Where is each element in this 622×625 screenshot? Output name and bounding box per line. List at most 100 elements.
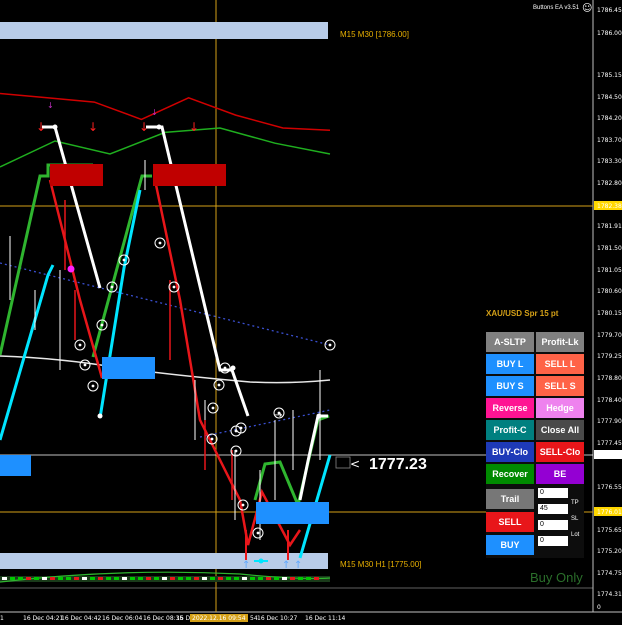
price-tick-label: 1775.20 <box>597 548 622 555</box>
signal-dot <box>97 413 103 419</box>
lot-label: Lot <box>571 532 580 538</box>
strip-bar <box>298 577 303 580</box>
button-be[interactable]: BE <box>536 464 584 484</box>
button-buy-s[interactable]: BUY S <box>486 376 534 396</box>
button-sell-l[interactable]: SELL L <box>536 354 584 374</box>
strip-bar <box>18 577 23 580</box>
sell-block <box>50 164 103 186</box>
price-tick-label: 1783.30 <box>597 158 622 165</box>
signal-dot <box>258 558 264 564</box>
price-tick-label: 1776.01 <box>597 509 622 516</box>
strip-bar <box>210 577 215 580</box>
strip-bar <box>266 577 271 580</box>
down-arrow-icon: ↓ <box>47 101 54 110</box>
strip-bar <box>218 577 223 580</box>
buy-only-watermark: Buy Only <box>530 570 583 585</box>
strip-bar <box>58 577 63 580</box>
sl-input[interactable]: 0 <box>538 520 568 530</box>
strip-bar <box>146 577 151 580</box>
price-tick-label: 1777.45 <box>597 440 622 447</box>
button-a-sltp[interactable]: A-SLTP <box>486 332 534 352</box>
button-profit-c[interactable]: Profit-C <box>486 420 534 440</box>
button-reverse[interactable]: Reverse <box>486 398 534 418</box>
price-tick-label: 0 <box>597 604 601 611</box>
price-tick-label: 1781.91 <box>597 223 622 230</box>
resistance-zone <box>0 22 328 39</box>
ring-marker-dot <box>78 343 82 347</box>
strip-bar <box>306 577 311 580</box>
strip-bar <box>42 577 47 580</box>
arrow-right-icon: → <box>274 410 282 421</box>
down-arrow-icon: ↓ <box>36 120 46 134</box>
strip-bar <box>202 577 207 580</box>
strip-bar <box>2 577 7 580</box>
trail-button[interactable]: Trail <box>486 489 534 509</box>
up-arrow-icon: ↑ <box>294 560 302 571</box>
strip-bar <box>170 577 175 580</box>
tp-label: TP <box>571 500 579 506</box>
strip-bar <box>34 577 39 580</box>
price-tick-label: 1780.15 <box>597 310 622 317</box>
strip-bar <box>74 577 79 580</box>
ring-marker-dot <box>122 258 126 262</box>
lower-zone-label: M15 M30 H1 [1775.00] <box>340 560 421 569</box>
down-arrow-icon: ↓ <box>139 120 149 134</box>
sl-label: SL <box>571 516 579 522</box>
up-arrow-icon: ↑ <box>242 560 250 571</box>
strip-bar <box>122 577 127 580</box>
ring-marker-dot <box>256 531 260 535</box>
button-recover[interactable]: Recover <box>486 464 534 484</box>
buy-button[interactable]: BUY <box>486 535 534 555</box>
lot-input[interactable]: 0 <box>538 536 568 546</box>
button-buy-clo[interactable]: BUY-Clo <box>486 442 534 462</box>
ring-marker-dot <box>110 285 114 289</box>
price-tick-label: 1782.38 <box>597 203 622 210</box>
trail-input[interactable]: 0 <box>538 488 568 498</box>
strip-bar <box>90 577 95 580</box>
strip-bar <box>178 577 183 580</box>
price-tick-label: 1784.50 <box>597 94 622 101</box>
tp-input[interactable]: 45 <box>538 504 568 514</box>
strip-bar <box>282 577 287 580</box>
ring-marker-dot <box>172 285 176 289</box>
current-price-label: 1777.23 <box>369 456 427 473</box>
price-tick-label: 1779.25 <box>597 353 622 360</box>
signal-dot <box>52 124 58 130</box>
strip-bar <box>10 577 15 580</box>
strip-bar <box>274 577 279 580</box>
button-profit-lk[interactable]: Profit-Lk <box>536 332 584 352</box>
price-tick-label: 1776.55 <box>597 484 622 491</box>
ring-marker-dot <box>241 503 245 507</box>
price-tick-label: 1784.20 <box>597 115 622 122</box>
price-tick-label: 1774.75 <box>597 570 622 577</box>
down-arrow-icon: ↓ <box>151 108 158 117</box>
up-arrow-icon: ↑ <box>282 560 290 571</box>
strip-bar <box>250 577 255 580</box>
signal-dot <box>230 365 236 371</box>
button-hedge[interactable]: Hedge <box>536 398 584 418</box>
buy-block <box>256 502 329 524</box>
strip-bar <box>138 577 143 580</box>
price-tick-label: 1786.45 <box>597 7 622 14</box>
strip-bar <box>130 577 135 580</box>
ring-marker-dot <box>234 449 238 453</box>
strip-bar <box>194 577 199 580</box>
price-tick-label: 1775.65 <box>597 527 622 534</box>
sell-button[interactable]: SELL <box>486 512 534 532</box>
strip-bar <box>114 577 119 580</box>
down-arrow-icon: ↓ <box>88 120 98 134</box>
price-tick-label: 1774.31 <box>597 591 622 598</box>
button-buy-l[interactable]: BUY L <box>486 354 534 374</box>
price-tick-label: 1786.00 <box>597 30 622 37</box>
button-sell-s[interactable]: SELL S <box>536 376 584 396</box>
button-close-all[interactable]: Close All <box>536 420 584 440</box>
signal-dot <box>67 265 75 273</box>
strip-bar <box>50 577 55 580</box>
button-sell-clo[interactable]: SELL-Clo <box>536 442 584 462</box>
time-tick-label: 16 Dec 11:14 <box>305 615 346 622</box>
current-price-marker: < 1777.23 <box>335 456 427 473</box>
ring-marker-dot <box>328 343 332 347</box>
price-tick-label: 1781.50 <box>597 245 622 252</box>
strip-bar <box>314 577 319 580</box>
ring-marker-dot <box>239 426 243 430</box>
